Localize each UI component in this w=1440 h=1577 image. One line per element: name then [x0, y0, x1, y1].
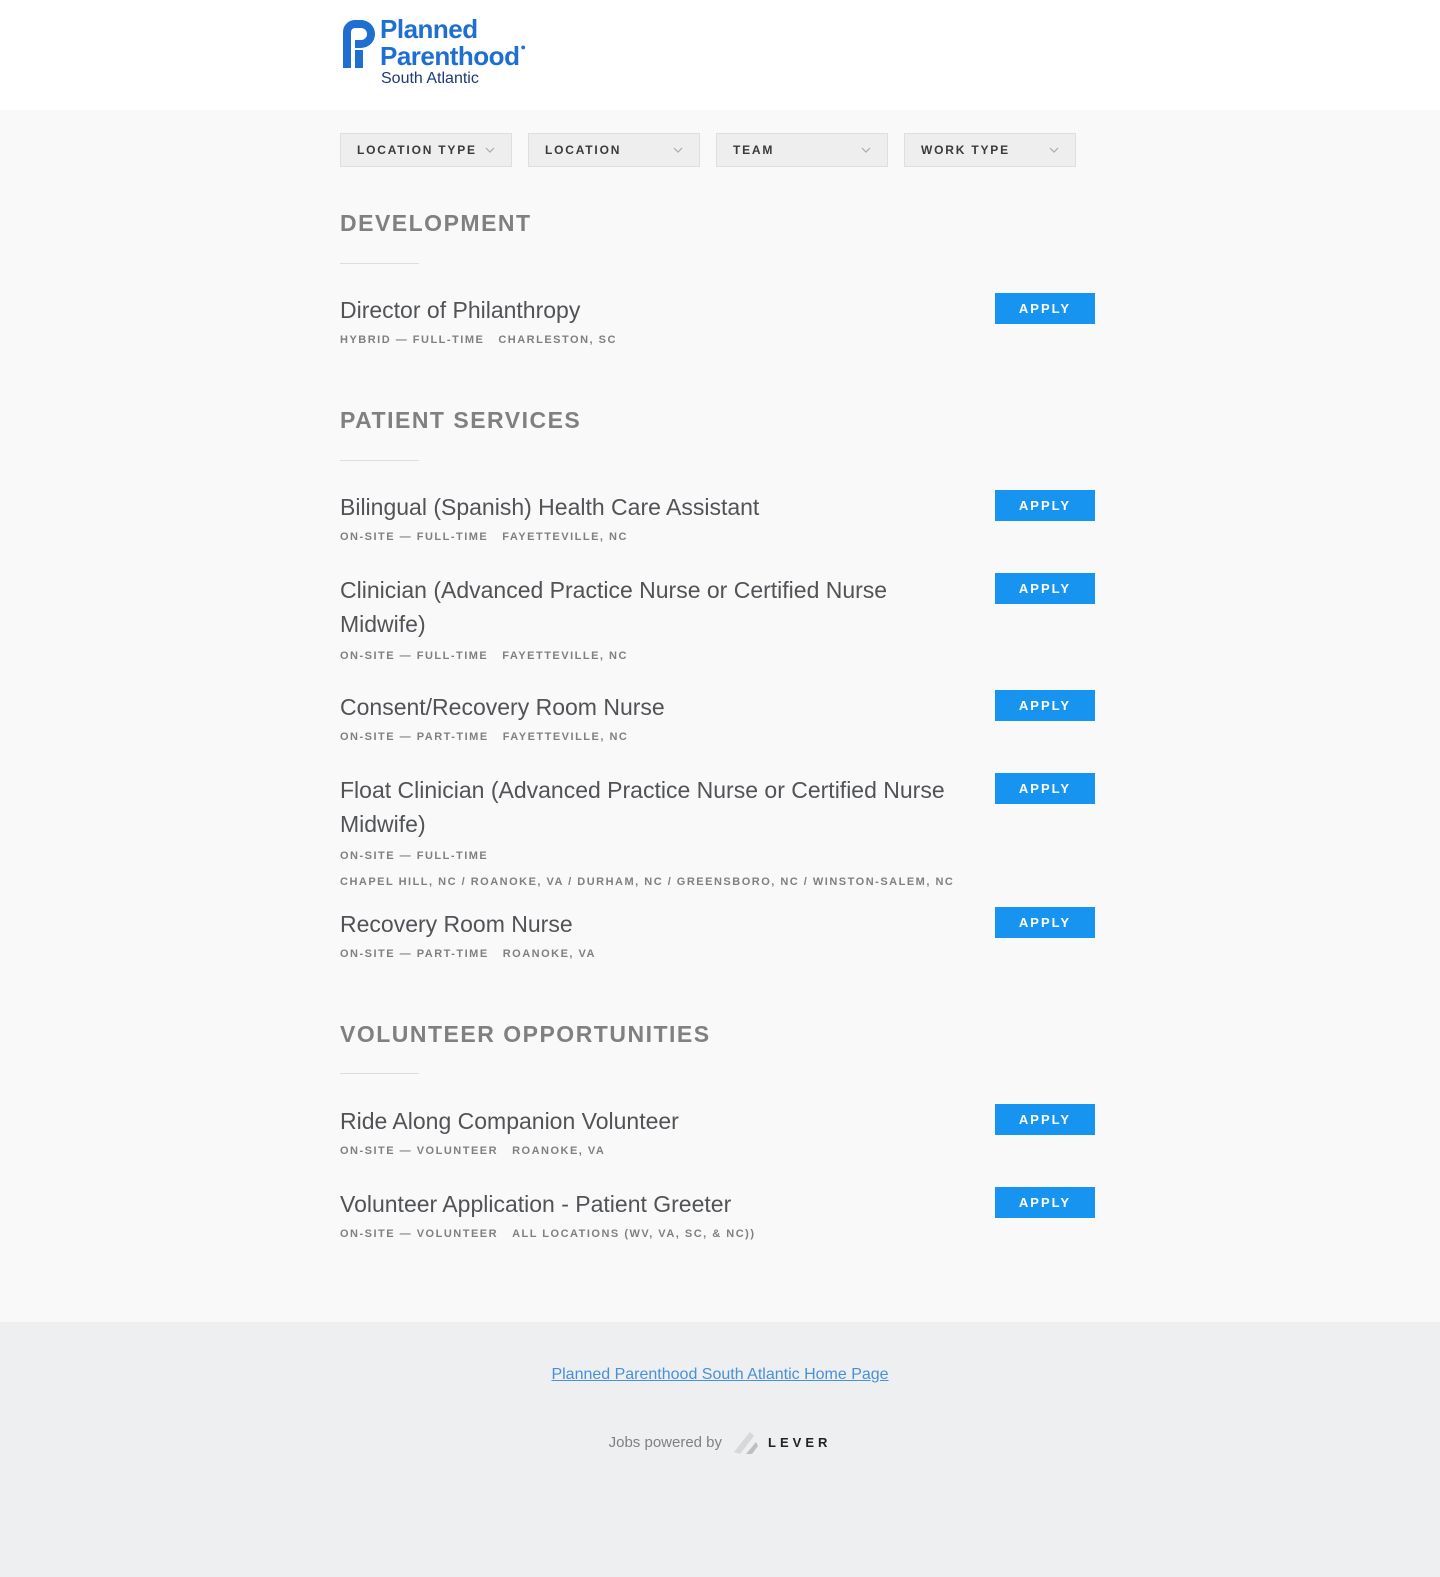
filter-label: LOCATION: [545, 143, 622, 157]
posting-meta: ON-SITE — VOLUNTEER ROANOKE, VA: [340, 1145, 1100, 1157]
planned-parenthood-logo-icon: [343, 20, 375, 68]
logo-text-parenthood: Parenthood●: [380, 41, 526, 71]
logo-text-planned: Planned: [380, 14, 478, 44]
posting-title[interactable]: Clinician (Advanced Practice Nurse or Ce…: [340, 573, 970, 641]
posting-location: FAYETTEVILLE, NC: [502, 731, 629, 743]
apply-button[interactable]: APPLY: [995, 573, 1095, 604]
posting-title[interactable]: Volunteer Application - Patient Greeter: [340, 1187, 970, 1221]
powered-by-text: Jobs powered by: [608, 1433, 723, 1451]
posting-commitment: HYBRID — FULL-TIME: [340, 334, 485, 346]
posting-meta: ON-SITE — FULL-TIME FAYETTEVILLE, NC: [340, 650, 1100, 662]
apply-button[interactable]: APPLY: [995, 1187, 1095, 1218]
apply-button[interactable]: APPLY: [995, 1104, 1095, 1135]
chevron-down-icon: [861, 147, 871, 153]
posting-commitment: ON-SITE — PART-TIME: [340, 731, 489, 743]
section-title-development: DEVELOPMENT: [340, 210, 532, 236]
posting-commitment: ON-SITE — FULL-TIME: [340, 650, 489, 662]
posting-item[interactable]: Volunteer Application - Patient Greeter …: [340, 1187, 1100, 1240]
powered-by[interactable]: Jobs powered by LEVER: [0, 1428, 1440, 1456]
apply-button[interactable]: APPLY: [995, 690, 1095, 721]
home-page-link[interactable]: Planned Parenthood South Atlantic Home P…: [0, 1366, 1440, 1384]
chevron-down-icon: [673, 147, 683, 153]
posting-location: CHAPEL HILL, NC / ROANOKE, VA / DURHAM, …: [340, 876, 955, 888]
posting-commitment: ON-SITE — VOLUNTEER: [340, 1145, 499, 1157]
company-logo[interactable]: Planned Parenthood● South Atlantic: [339, 14, 526, 87]
posting-item[interactable]: Float Clinician (Advanced Practice Nurse…: [340, 773, 1100, 888]
posting-location: ROANOKE, VA: [502, 948, 596, 960]
posting-location: CHARLESTON, SC: [498, 334, 617, 346]
posting-commitment: ON-SITE — VOLUNTEER: [340, 1228, 499, 1240]
page-footer: Planned Parenthood South Atlantic Home P…: [0, 1322, 1440, 1577]
filter-location[interactable]: LOCATION: [528, 133, 700, 167]
section-title-patient-services: PATIENT SERVICES: [340, 407, 582, 433]
posting-item[interactable]: Recovery Room Nurse ON-SITE — PART-TIME R…: [340, 907, 1100, 960]
apply-button[interactable]: APPLY: [995, 293, 1095, 324]
logo-text-south-atlantic: South Atlantic: [381, 70, 479, 87]
filter-work-type[interactable]: WORK TYPE: [904, 133, 1076, 167]
posting-title[interactable]: Consent/Recovery Room Nurse: [340, 690, 970, 724]
section-divider: [340, 460, 419, 461]
apply-button[interactable]: APPLY: [995, 773, 1095, 804]
filter-location-type[interactable]: LOCATION TYPE: [340, 133, 512, 167]
filter-bar: LOCATION TYPE LOCATION TEAM WORK TYPE: [340, 133, 1076, 167]
posting-meta: ON-SITE — FULL-TIME FAYETTEVILLE, NC: [340, 531, 1100, 543]
posting-meta: ON-SITE — PART-TIME ROANOKE, VA: [340, 948, 1100, 960]
posting-item[interactable]: Ride Along Companion Volunteer ON-SITE —…: [340, 1104, 1100, 1157]
apply-button[interactable]: APPLY: [995, 490, 1095, 521]
posting-item[interactable]: Clinician (Advanced Practice Nurse or Ce…: [340, 573, 1100, 662]
lever-logo-icon: [734, 1432, 759, 1454]
posting-title[interactable]: Director of Philanthropy: [340, 293, 970, 327]
posting-location: ALL LOCATIONS (WV, VA, SC, & NC)): [512, 1228, 756, 1240]
posting-title[interactable]: Bilingual (Spanish) Health Care Assistan…: [340, 490, 970, 524]
posting-commitment: ON-SITE — PART-TIME: [340, 948, 489, 960]
posting-item[interactable]: Bilingual (Spanish) Health Care Assistan…: [340, 490, 1100, 543]
posting-location: ROANOKE, VA: [512, 1145, 606, 1157]
posting-title[interactable]: Float Clinician (Advanced Practice Nurse…: [340, 773, 970, 841]
filter-label: WORK TYPE: [921, 143, 1010, 157]
page-header: Planned Parenthood● South Atlantic: [0, 0, 1440, 110]
section-divider: [340, 1073, 419, 1074]
lever-wordmark: LEVER: [768, 1434, 832, 1450]
posting-meta: ON-SITE — VOLUNTEER ALL LOCATIONS (WV, VA…: [340, 1228, 1100, 1240]
apply-button[interactable]: APPLY: [995, 907, 1095, 938]
chevron-down-icon: [485, 147, 495, 153]
posting-title[interactable]: Ride Along Companion Volunteer: [340, 1104, 970, 1138]
posting-commitment: ON-SITE — FULL-TIME: [340, 850, 489, 862]
posting-location: FAYETTEVILLE, NC: [502, 650, 628, 662]
posting-meta: ON-SITE — PART-TIME FAYETTEVILLE, NC: [340, 731, 1100, 743]
section-divider: [340, 263, 419, 264]
posting-item[interactable]: Consent/Recovery Room Nurse ON-SITE — PA…: [340, 690, 1100, 743]
posting-commitment: ON-SITE — FULL-TIME: [340, 531, 489, 543]
chevron-down-icon: [1049, 147, 1059, 153]
postings-main: LOCATION TYPE LOCATION TEAM WORK TYPE DE…: [0, 110, 1440, 1322]
filter-team[interactable]: TEAM: [716, 133, 888, 167]
filter-label: LOCATION TYPE: [357, 143, 477, 157]
posting-item[interactable]: Director of Philanthropy HYBRID — FULL-T…: [340, 293, 1100, 346]
filter-label: TEAM: [733, 143, 775, 157]
posting-meta: HYBRID — FULL-TIME CHARLESTON, SC: [340, 334, 1100, 346]
posting-location: FAYETTEVILLE, NC: [502, 531, 628, 543]
posting-title[interactable]: Recovery Room Nurse: [340, 907, 970, 941]
section-title-volunteer-opportunities: VOLUNTEER OPPORTUNITIES: [340, 1021, 711, 1047]
